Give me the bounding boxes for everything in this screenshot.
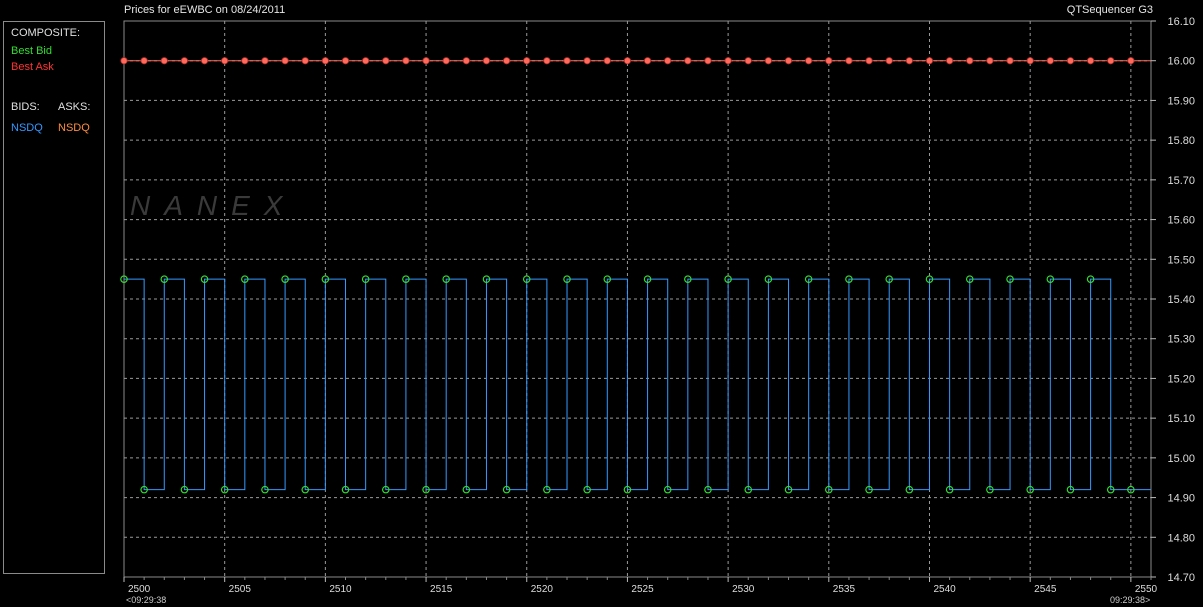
ask-point	[462, 57, 470, 65]
ask-point	[865, 57, 873, 65]
ask-point	[946, 57, 954, 65]
ask-point	[1006, 57, 1014, 65]
y-tick-label: 16.00	[1167, 56, 1195, 68]
ask-point	[341, 57, 350, 65]
y-tick-label: 14.80	[1167, 532, 1195, 544]
x-tick-label: 2500	[128, 584, 151, 595]
ask-point	[643, 57, 652, 65]
ask-point	[805, 57, 813, 65]
x-tick-label: 2510	[329, 584, 352, 595]
ask-point	[744, 57, 752, 65]
end-time-label: 09:29:38>	[1110, 595, 1151, 605]
ask-point	[925, 57, 934, 65]
ask-point	[482, 57, 491, 65]
y-tick-label: 15.70	[1167, 175, 1195, 187]
ask-point	[301, 57, 309, 65]
ask-point	[1026, 57, 1034, 65]
ask-point	[583, 57, 591, 65]
ask-point	[1046, 57, 1054, 65]
y-axis: 16.10 16.00 15.90 15.80 15.70 15.60 15.50 15.40…	[1151, 16, 1195, 584]
ask-point	[362, 57, 370, 65]
y-tick-label: 14.90	[1167, 493, 1195, 505]
ask-point	[724, 57, 732, 65]
ask-point	[664, 57, 672, 65]
y-tick-label: 15.60	[1167, 215, 1195, 227]
x-tick-label: 2530	[732, 584, 755, 595]
ask-point	[603, 57, 611, 65]
ask-point	[966, 57, 974, 65]
ask-point	[160, 57, 168, 65]
y-tick-label: 14.70	[1167, 572, 1195, 584]
price-chart: NANEX 16.10 16.00 15.90 15.80 15.70 15.60 15.5…	[120, 16, 1195, 595]
y-tick-label: 15.50	[1167, 254, 1195, 266]
ask-point	[885, 57, 893, 65]
ask-point	[221, 57, 229, 65]
ask-point	[784, 57, 793, 65]
x-tick-label: 2505	[229, 584, 252, 595]
ask-point	[261, 57, 269, 65]
x-tick-label: 2515	[430, 584, 453, 595]
ask-point	[281, 57, 289, 65]
ask-series	[120, 57, 1151, 65]
y-tick-label: 15.40	[1167, 294, 1195, 306]
ask-point	[382, 57, 390, 65]
ask-point	[1107, 57, 1115, 65]
ask-point	[503, 57, 511, 65]
y-tick-label: 15.80	[1167, 135, 1195, 147]
ask-point	[845, 57, 853, 65]
ask-point	[1127, 57, 1135, 65]
ask-point	[684, 57, 692, 65]
ask-point	[1086, 57, 1095, 65]
x-tick-label: 2550	[1135, 584, 1158, 595]
ask-point	[764, 57, 772, 65]
y-tick-label: 15.30	[1167, 334, 1195, 346]
ask-point	[905, 57, 913, 65]
ask-point	[241, 57, 249, 65]
y-tick-label: 15.90	[1167, 95, 1195, 107]
x-tick-label: 2525	[631, 584, 654, 595]
ask-point	[140, 57, 148, 65]
ask-point	[402, 57, 410, 65]
ask-point	[563, 57, 571, 65]
x-tick-label: 2540	[933, 584, 956, 595]
y-tick-label: 15.20	[1167, 373, 1195, 385]
y-tick-label: 15.00	[1167, 453, 1195, 465]
y-tick-label: 15.10	[1167, 413, 1195, 425]
ask-point	[543, 57, 551, 65]
ask-point	[120, 57, 128, 65]
ask-point	[1066, 57, 1075, 65]
bid-series	[120, 275, 1151, 494]
x-tick-label: 2545	[1034, 584, 1057, 595]
start-time-label: <09:29:38	[126, 595, 167, 605]
ask-point	[825, 57, 833, 65]
x-tick-label: 2520	[531, 584, 554, 595]
ask-point	[986, 57, 994, 65]
ask-point	[321, 57, 329, 65]
ask-point	[422, 57, 430, 65]
x-axis: 2500 2505 2510 2515 2520 2525 2530 2535 2540 2545…	[123, 577, 1158, 595]
grid	[124, 21, 1151, 577]
ask-point	[200, 57, 209, 65]
ask-point	[623, 57, 632, 65]
x-tick-label: 2535	[833, 584, 856, 595]
ask-point	[442, 57, 450, 65]
y-tick-label: 16.10	[1167, 16, 1195, 28]
ask-point	[523, 57, 531, 65]
nanex-watermark: NANEX	[130, 190, 296, 221]
ask-point	[180, 57, 189, 65]
ask-point	[704, 57, 712, 65]
